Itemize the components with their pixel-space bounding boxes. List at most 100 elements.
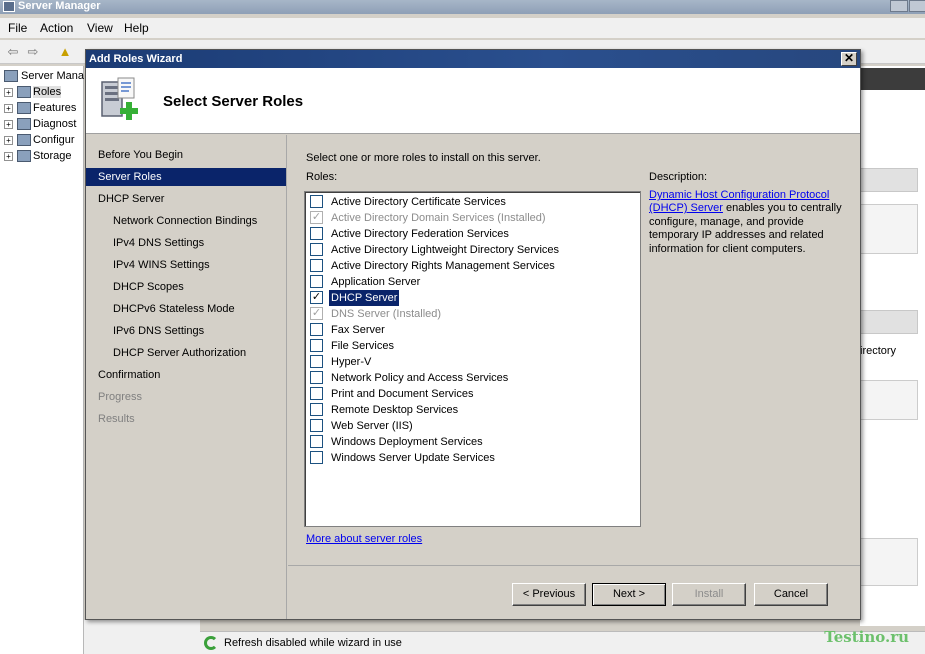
wizard-title: Add Roles Wizard	[89, 53, 183, 65]
cancel-button[interactable]: Cancel	[754, 583, 828, 606]
tree-item-diagnostics[interactable]: + Diagnost	[4, 118, 76, 133]
role-item[interactable]: ✓ DNS Server (Installed)	[310, 306, 443, 322]
role-item[interactable]: Active Directory Lightweight Directory S…	[310, 242, 561, 258]
page-title: Select Server Roles	[163, 93, 304, 110]
maximize-button[interactable]	[909, 0, 925, 12]
wizard-button-bar: < Previous Next > Install Cancel	[288, 565, 860, 619]
previous-button[interactable]: < Previous	[512, 583, 586, 606]
role-label: Windows Deployment Services	[331, 436, 483, 448]
role-label: Active Directory Lightweight Directory S…	[331, 244, 560, 256]
diagnostics-icon	[17, 118, 31, 131]
roles-list[interactable]: Active Directory Certificate Services ✓ Ac…	[304, 191, 641, 527]
install-button[interactable]: Install	[672, 583, 746, 606]
wizard-step: DHCP Server	[98, 193, 165, 205]
role-item[interactable]: Windows Server Update Services	[310, 450, 497, 466]
more-about-roles-link[interactable]: More about server roles	[306, 533, 422, 545]
role-item[interactable]: Windows Deployment Services	[310, 434, 485, 450]
expand-icon[interactable]: +	[4, 151, 13, 161]
checkbox-checked-icon[interactable]: ✓	[310, 290, 323, 304]
expand-icon[interactable]: +	[4, 119, 13, 129]
role-label: Network Policy and Access Services	[331, 372, 509, 384]
checkbox-icon[interactable]	[310, 418, 323, 432]
watermark: Testino.ru	[824, 628, 909, 646]
server-manager-icon	[3, 1, 15, 12]
wizard-header: Select Server Roles	[86, 68, 860, 134]
wizard-content: Select one or more roles to install on t…	[288, 135, 860, 564]
checkbox-icon[interactable]	[310, 258, 323, 272]
minimize-button[interactable]	[890, 0, 908, 12]
role-item[interactable]: ✓ DHCP Server	[310, 290, 400, 306]
menu-help[interactable]: Help	[124, 21, 149, 35]
wizard-step: Confirmation	[98, 369, 161, 381]
checkbox-icon[interactable]	[310, 370, 323, 384]
checkbox-icon[interactable]	[310, 354, 323, 368]
role-label: Active Directory Rights Management Servi…	[331, 260, 555, 272]
wizard-step: Results	[98, 413, 135, 425]
details-pane: irectory	[860, 66, 925, 626]
checkbox-icon[interactable]	[310, 450, 323, 464]
role-label: Active Directory Federation Services	[331, 228, 509, 240]
section-box	[860, 380, 918, 420]
role-item[interactable]: Application Server	[310, 274, 422, 290]
features-icon	[17, 102, 31, 115]
wizard-step: IPv6 DNS Settings	[113, 325, 205, 337]
expand-icon[interactable]: +	[4, 103, 13, 113]
expand-icon[interactable]: +	[4, 87, 13, 97]
wizard-step: IPv4 WINS Settings	[113, 259, 210, 271]
back-icon[interactable]: ⇦	[4, 44, 22, 60]
roles-label: Roles:	[306, 171, 338, 183]
section-box	[860, 204, 918, 254]
forward-icon[interactable]: ⇨	[24, 44, 42, 60]
checkbox-checked-icon[interactable]: ✓	[310, 210, 323, 224]
tree-item-configuration[interactable]: + Configur	[4, 134, 75, 149]
role-label: Application Server	[331, 276, 421, 288]
role-item[interactable]: Active Directory Rights Management Servi…	[310, 258, 557, 274]
checkbox-icon[interactable]	[310, 274, 323, 288]
checkbox-icon[interactable]	[310, 242, 323, 256]
role-label: Active Directory Domain Services (Instal…	[331, 212, 546, 224]
role-label: Windows Server Update Services	[331, 452, 495, 464]
role-label: Fax Server	[331, 324, 385, 336]
role-item[interactable]: Fax Server	[310, 322, 387, 338]
close-button[interactable]: ✕	[841, 52, 857, 66]
tree-item-features[interactable]: + Features	[4, 102, 76, 117]
checkbox-icon[interactable]	[310, 194, 323, 208]
expand-icon[interactable]: +	[4, 135, 13, 145]
checkbox-icon[interactable]	[310, 386, 323, 400]
wizard-step: Progress	[98, 391, 143, 403]
tree-root[interactable]: Server Mana	[4, 70, 84, 83]
checkbox-icon[interactable]	[310, 402, 323, 416]
configuration-icon	[17, 134, 31, 147]
role-item[interactable]: Hyper-V	[310, 354, 373, 370]
checkbox-icon[interactable]	[310, 434, 323, 448]
menu-action[interactable]: Action	[40, 21, 73, 35]
checkbox-icon[interactable]	[310, 226, 323, 240]
menu-file[interactable]: File	[8, 21, 27, 35]
roles-icon	[17, 86, 31, 99]
tree-item-storage[interactable]: + Storage	[4, 150, 72, 165]
checkbox-checked-icon[interactable]: ✓	[310, 306, 323, 320]
role-item[interactable]: ✓ Active Directory Domain Services (Insta…	[310, 210, 548, 226]
add-roles-wizard: Add Roles Wizard ✕ Select Server Roles B…	[85, 49, 861, 620]
wizard-step: Network Connection Bindings	[113, 215, 258, 227]
role-item[interactable]: Print and Document Services	[310, 386, 475, 402]
wizard-step: DHCPv6 Stateless Mode	[113, 303, 235, 315]
checkbox-icon[interactable]	[310, 322, 323, 336]
up-folder-icon[interactable]: ▲	[56, 44, 74, 60]
wizard-steps: Before You Begin Server Roles DHCP Server N…	[86, 135, 287, 619]
role-item[interactable]: Remote Desktop Services	[310, 402, 460, 418]
tree-item-roles[interactable]: + Roles	[4, 86, 62, 101]
description-text: Dynamic Host Configuration Protocol (DHC…	[649, 189, 844, 256]
bottom-strip	[84, 620, 200, 654]
role-item[interactable]: File Services	[310, 338, 396, 354]
role-item[interactable]: Web Server (IIS)	[310, 418, 415, 434]
wizard-step: DHCP Scopes	[113, 281, 184, 293]
next-button[interactable]: Next >	[592, 583, 666, 606]
storage-icon	[17, 150, 31, 163]
checkbox-icon[interactable]	[310, 338, 323, 352]
role-item[interactable]: Active Directory Certificate Services	[310, 194, 508, 210]
role-item[interactable]: Active Directory Federation Services	[310, 226, 511, 242]
section-header	[860, 168, 918, 192]
role-item[interactable]: Network Policy and Access Services	[310, 370, 510, 386]
menu-view[interactable]: View	[87, 21, 113, 35]
